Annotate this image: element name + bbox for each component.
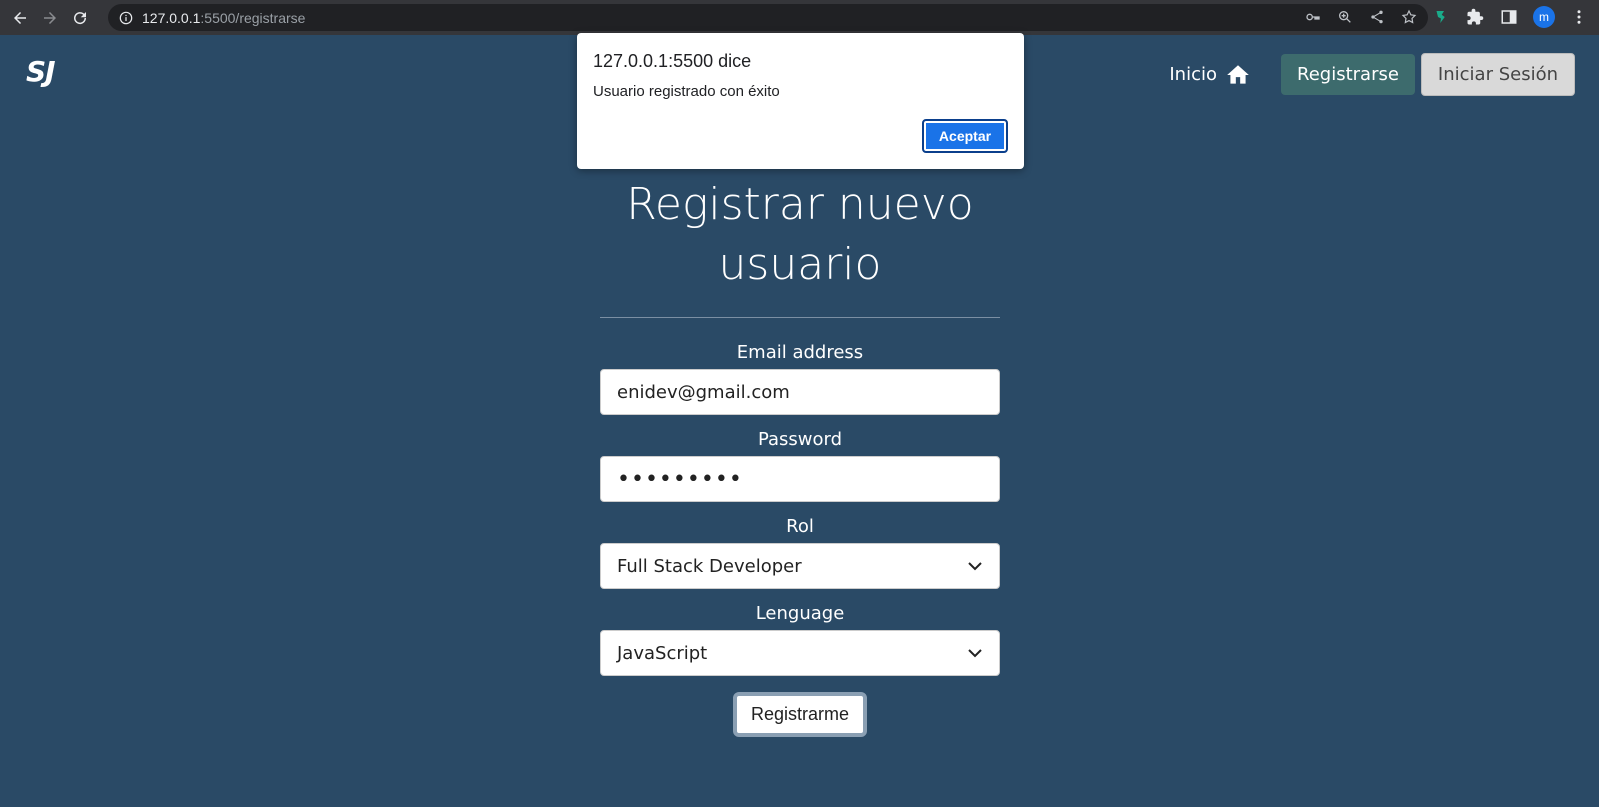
register-form: Registrar nuevo usuario Email address en… — [600, 175, 1000, 737]
title-divider — [600, 317, 1000, 318]
language-label: Lenguage — [755, 603, 845, 624]
browser-toolbar: 127.0.0.1:5500/registrarse m — [0, 0, 1599, 35]
nav-home-label: Inicio — [1169, 64, 1217, 85]
password-field[interactable]: ••••••••• — [600, 456, 1000, 502]
key-icon[interactable] — [1304, 8, 1322, 26]
page-title: Registrar nuevo usuario — [626, 179, 974, 290]
nav-home-link[interactable]: Inicio — [1169, 62, 1251, 88]
zoom-icon[interactable] — [1336, 8, 1354, 26]
forward-icon[interactable] — [40, 8, 60, 28]
chevron-down-icon — [968, 562, 982, 571]
back-icon[interactable] — [10, 8, 30, 28]
role-value: Full Stack Developer — [617, 555, 802, 577]
alert-origin: 127.0.0.1:5500 dice — [593, 51, 752, 71]
extension-figure-icon[interactable] — [1431, 7, 1451, 27]
site-info-icon[interactable] — [118, 10, 134, 26]
chevron-down-icon — [968, 649, 982, 658]
password-value: ••••••••• — [617, 466, 743, 492]
email-field[interactable]: enidev@gmail.com — [600, 369, 1000, 415]
password-label: Password — [757, 429, 843, 450]
login-nav-button[interactable]: Iniciar Sesión — [1420, 53, 1575, 96]
reload-icon[interactable] — [70, 8, 90, 28]
top-navigation: Inicio Registrarse Iniciar Sesión — [1169, 53, 1575, 96]
email-label: Email address — [736, 342, 864, 363]
url-text: 127.0.0.1:5500/registrarse — [142, 9, 306, 26]
address-bar[interactable]: 127.0.0.1:5500/registrarse — [108, 4, 1428, 31]
home-icon — [1227, 64, 1249, 84]
alert-accept-button[interactable]: Aceptar — [922, 119, 1008, 153]
site-logo[interactable]: SJ — [26, 55, 56, 88]
language-select[interactable]: JavaScript — [600, 630, 1000, 676]
alert-message: Usuario registrado con éxito — [593, 83, 780, 100]
language-value: JavaScript — [617, 642, 708, 664]
email-value: enidev@gmail.com — [617, 381, 790, 403]
star-icon[interactable] — [1400, 8, 1418, 26]
role-label: Rol — [786, 516, 814, 537]
submit-register-button[interactable]: Registrarme — [732, 692, 868, 737]
side-panel-icon[interactable] — [1499, 7, 1519, 27]
extensions-puzzle-icon[interactable] — [1465, 7, 1485, 27]
profile-avatar[interactable]: m — [1533, 6, 1555, 28]
alert-dialog: 127.0.0.1:5500 dice Usuario registrado c… — [577, 33, 1024, 169]
share-icon[interactable] — [1368, 8, 1386, 26]
role-select[interactable]: Full Stack Developer — [600, 543, 1000, 589]
register-nav-button[interactable]: Registrarse — [1281, 54, 1415, 95]
menu-kebab-icon[interactable] — [1569, 7, 1589, 27]
